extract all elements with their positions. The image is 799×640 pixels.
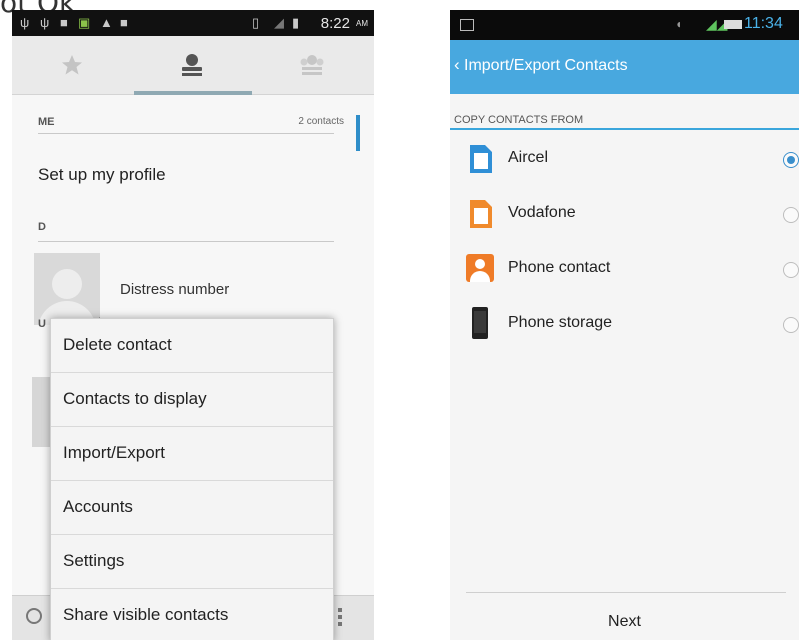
status-bar: ◖ ◢◢ 11:34 bbox=[450, 10, 799, 40]
mute-icon: ◖ bbox=[675, 17, 683, 31]
notification-icon: ■ bbox=[60, 15, 68, 30]
section-header-d: D bbox=[38, 221, 46, 233]
avatar[interactable] bbox=[34, 253, 100, 325]
usb-icon: ψ bbox=[20, 15, 30, 30]
radio-button[interactable] bbox=[783, 207, 799, 223]
menu-item-label: Contacts to display bbox=[63, 389, 207, 408]
next-button[interactable]: Next bbox=[450, 593, 799, 640]
battery-icon bbox=[724, 20, 742, 29]
avatar-head bbox=[52, 269, 82, 299]
divider bbox=[38, 133, 334, 134]
radio-button[interactable] bbox=[783, 317, 799, 333]
status-ampm: AM bbox=[356, 19, 368, 28]
tab-favorites[interactable] bbox=[12, 36, 132, 94]
option-label: Phone storage bbox=[508, 314, 613, 331]
contact-count: 2 contacts bbox=[298, 116, 344, 127]
contact-card-icon bbox=[466, 254, 494, 282]
menu-item-label: Import/Export bbox=[63, 443, 166, 462]
sim-card-orange-icon bbox=[470, 200, 492, 228]
overflow-menu-icon[interactable] bbox=[338, 608, 342, 629]
option-label: Vodafone bbox=[508, 204, 576, 221]
tab-groups[interactable] bbox=[252, 36, 372, 94]
menu-item-label: Share visible contacts bbox=[63, 605, 229, 624]
star-icon bbox=[62, 55, 82, 75]
signal-icon: ◢ bbox=[274, 15, 284, 30]
section-header-me: ME bbox=[38, 116, 55, 128]
right-phone-screen: ◖ ◢◢ 11:34 ‹ Import/Export Contacts COPY… bbox=[450, 10, 799, 640]
contact-name[interactable]: Distress number bbox=[120, 281, 229, 298]
menu-item-import-export[interactable]: Import/Export bbox=[51, 427, 333, 481]
section-header: COPY CONTACTS FROM bbox=[454, 114, 584, 126]
page-title[interactable]: Import/Export Contacts bbox=[464, 57, 628, 75]
vibrate-icon: ▯ bbox=[252, 15, 260, 30]
image-notification-icon bbox=[460, 19, 474, 31]
tab-bar bbox=[12, 36, 374, 95]
tab-contacts[interactable] bbox=[132, 36, 252, 94]
menu-item-accounts[interactable]: Accounts bbox=[51, 481, 333, 535]
option-vodafone[interactable]: Vodafone bbox=[450, 187, 799, 242]
status-time: 8:22 bbox=[320, 15, 350, 32]
phone-storage-icon bbox=[472, 307, 488, 339]
scroll-indicator[interactable] bbox=[356, 115, 360, 151]
status-time: 11:34 bbox=[744, 15, 783, 32]
status-bar: ψ ψ ■ ▣ ▲ ■ ▯ ◢ ▮ 8:22 AM bbox=[12, 10, 374, 36]
left-phone-screen: ψ ψ ■ ▣ ▲ ■ ▯ ◢ ▮ 8:22 AM ME 2 contacts … bbox=[12, 10, 374, 640]
menu-item-label: Settings bbox=[63, 551, 125, 570]
radio-button[interactable] bbox=[783, 152, 799, 168]
person-icon bbox=[182, 54, 202, 76]
section-header-u: U bbox=[38, 318, 46, 330]
menu-item-share-visible-contacts[interactable]: Share visible contacts bbox=[51, 589, 333, 640]
menu-item-label: Delete contact bbox=[63, 335, 172, 354]
option-label: Phone contact bbox=[508, 259, 611, 276]
action-bar: ‹ Import/Export Contacts bbox=[450, 40, 799, 94]
setup-profile-item[interactable]: Set up my profile bbox=[38, 165, 166, 185]
usb-icon: ψ bbox=[40, 15, 50, 30]
option-aircel[interactable]: Aircel bbox=[450, 132, 799, 187]
option-label: Aircel bbox=[508, 149, 549, 166]
search-icon[interactable] bbox=[26, 608, 42, 624]
group-icon bbox=[300, 55, 324, 75]
sim-card-blue-icon bbox=[470, 145, 492, 173]
radio-button[interactable] bbox=[783, 262, 799, 278]
menu-item-contacts-to-display[interactable]: Contacts to display bbox=[51, 373, 333, 427]
overflow-menu: Delete contact Contacts to display Impor… bbox=[50, 318, 334, 640]
section-divider bbox=[450, 128, 799, 130]
menu-item-delete-contact[interactable]: Delete contact bbox=[51, 319, 333, 373]
app-icon: ▣ bbox=[78, 15, 91, 30]
option-phone-contact[interactable]: Phone contact bbox=[450, 242, 799, 297]
divider bbox=[38, 241, 334, 242]
battery-icon: ▮ bbox=[292, 15, 300, 30]
notification-icon: ■ bbox=[120, 15, 128, 30]
option-phone-storage[interactable]: Phone storage bbox=[450, 297, 799, 352]
menu-item-label: Accounts bbox=[63, 497, 133, 516]
back-icon[interactable]: ‹ bbox=[454, 55, 460, 75]
menu-item-settings[interactable]: Settings bbox=[51, 535, 333, 589]
warning-icon: ▲ bbox=[100, 15, 113, 30]
